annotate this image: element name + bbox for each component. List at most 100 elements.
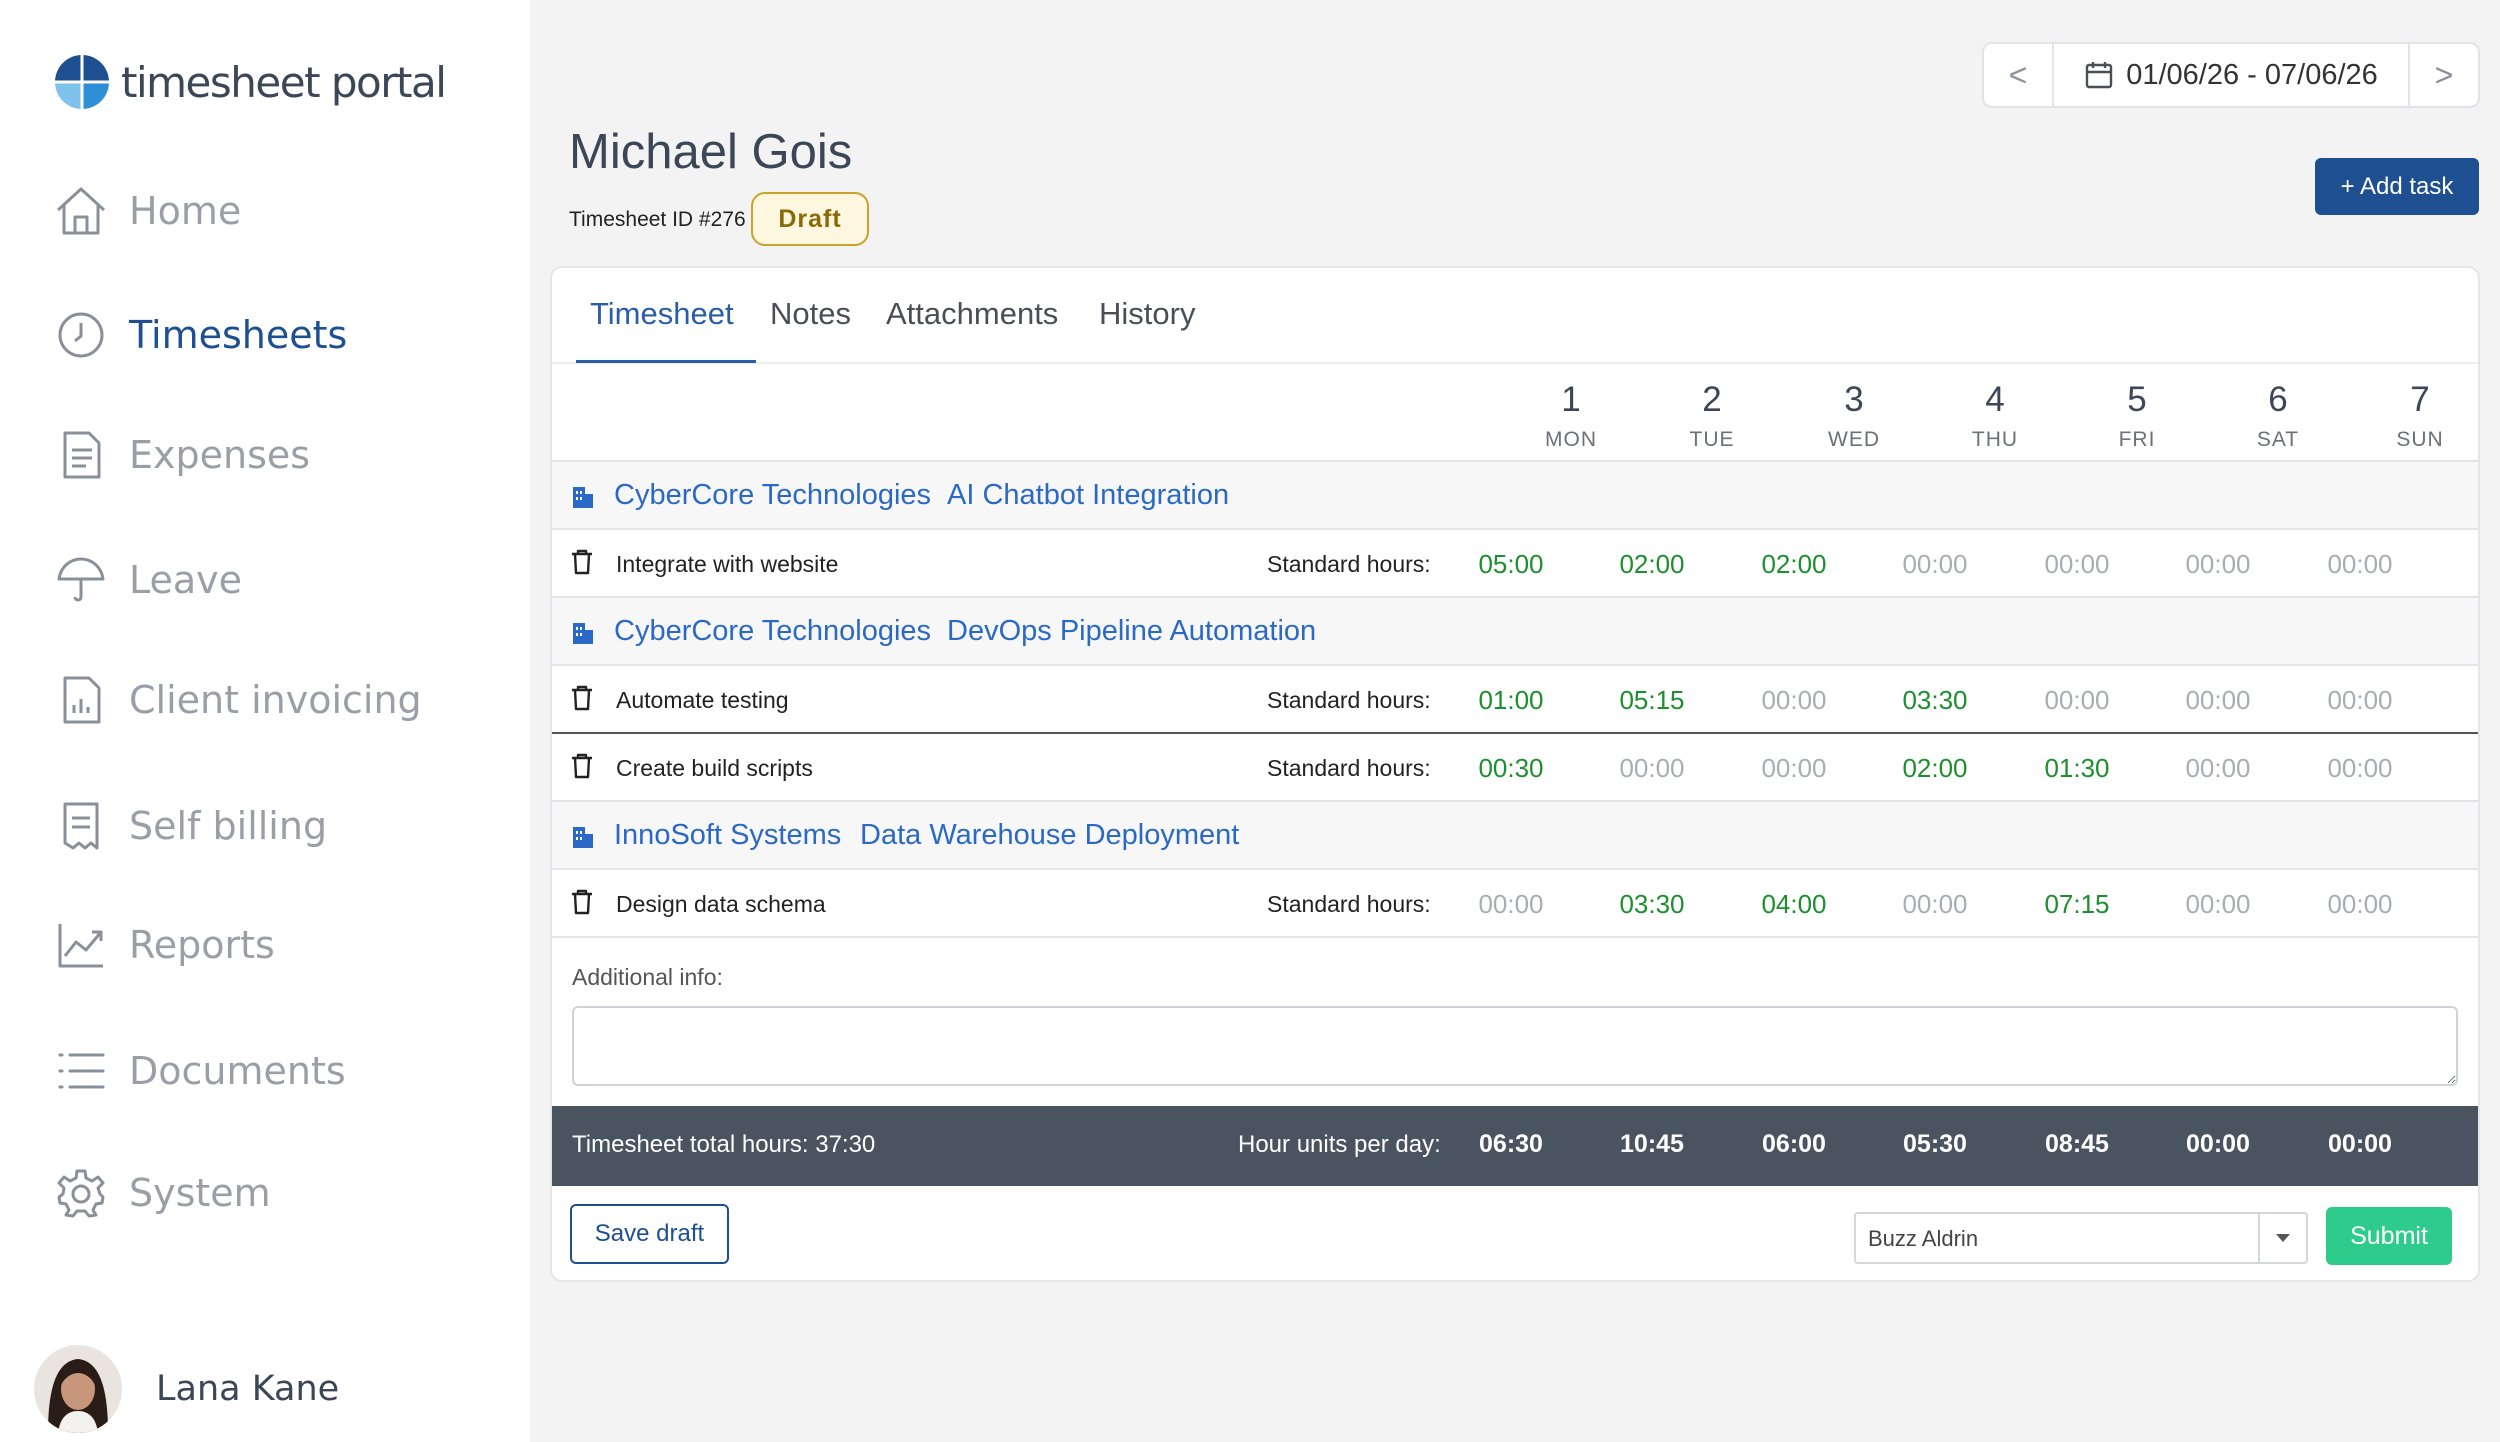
trash-icon[interactable] [570, 752, 594, 785]
daily-total: 08:45 [2045, 1130, 2109, 1158]
project-name[interactable]: DevOps Pipeline Automation [947, 615, 1316, 648]
tab-attachments[interactable]: Attachments [886, 296, 1058, 332]
project-name[interactable]: AI Chatbot Integration [947, 479, 1229, 512]
sidebar-item-leave[interactable]: Leave [53, 545, 242, 615]
user-profile[interactable]: Lana Kane [34, 1345, 339, 1433]
day-number: 1 [1561, 380, 1581, 419]
sidebar-item-label: System [129, 1171, 271, 1215]
next-week-button[interactable]: > [2408, 44, 2478, 106]
project-name[interactable]: Data Warehouse Deployment [860, 819, 1239, 852]
hours-cell[interactable]: 00:00 [2158, 685, 2278, 716]
sidebar-item-home[interactable]: Home [53, 176, 241, 246]
timesheet-card: Timesheet Notes Attachments History 1 MO… [550, 266, 2480, 1282]
sidebar-item-label: Leave [129, 558, 243, 602]
hours-cell[interactable]: 00:00 [2300, 685, 2420, 716]
rate-label: Standard hours: [1267, 687, 1431, 713]
hours-cell[interactable]: 00:00 [1451, 889, 1571, 920]
task-row: Design data schema Standard hours: 00:00… [552, 870, 2478, 938]
sidebar-item-client-invoicing[interactable]: Client invoicing [53, 665, 422, 735]
list-icon [53, 1043, 109, 1099]
hours-cell[interactable]: 03:30 [1592, 889, 1712, 920]
hours-cell[interactable]: 02:00 [1875, 753, 1995, 784]
approver-select[interactable]: Buzz Aldrin [1854, 1212, 2308, 1264]
building-icon [571, 483, 595, 514]
gear-icon [53, 1165, 109, 1221]
hours-cell[interactable]: 02:00 [1592, 549, 1712, 580]
hours-cell[interactable]: 03:30 [1875, 685, 1995, 716]
day-number: 5 [2127, 380, 2147, 419]
hours-cell[interactable]: 05:00 [1451, 549, 1571, 580]
brand-name: timesheet portal [121, 57, 447, 107]
bill-icon [53, 798, 109, 854]
submit-button[interactable]: Submit [2326, 1207, 2452, 1265]
hours-cell[interactable]: 01:30 [2017, 753, 2137, 784]
prev-week-button[interactable]: < [1984, 44, 2054, 106]
hours-cell[interactable]: 00:00 [2158, 889, 2278, 920]
daily-total: 05:30 [1903, 1130, 1967, 1158]
building-icon [571, 619, 595, 650]
daily-total: 00:00 [2186, 1130, 2250, 1158]
hours-cell[interactable]: 05:15 [1592, 685, 1712, 716]
rate-label: Standard hours: [1267, 891, 1431, 917]
sidebar-item-documents[interactable]: Documents [53, 1036, 346, 1106]
day-number: 6 [2268, 380, 2288, 419]
hours-cell[interactable]: 00:00 [2300, 889, 2420, 920]
day-of-week: SUN [2396, 428, 2444, 451]
hours-cell[interactable]: 00:00 [1734, 753, 1854, 784]
hours-cell[interactable]: 07:15 [2017, 889, 2137, 920]
trash-icon[interactable] [570, 684, 594, 717]
rate-label: Standard hours: [1267, 755, 1431, 781]
day-number: 3 [1844, 380, 1864, 419]
additional-info-input[interactable] [572, 1006, 2458, 1086]
client-name[interactable]: InnoSoft Systems [614, 819, 841, 852]
hours-cell[interactable]: 00:00 [1734, 685, 1854, 716]
task-row: Integrate with website Standard hours: 0… [552, 530, 2478, 598]
daily-total: 06:30 [1479, 1130, 1543, 1158]
hours-cell[interactable]: 00:00 [1592, 753, 1712, 784]
task-row: Automate testing Standard hours: 01:00 0… [552, 666, 2478, 734]
trash-icon[interactable] [570, 888, 594, 921]
hours-cell[interactable]: 02:00 [1734, 549, 1854, 580]
page-title: Michael Gois [569, 125, 853, 179]
chevron-down-icon[interactable] [2258, 1214, 2306, 1262]
save-draft-button[interactable]: Save draft [570, 1204, 729, 1264]
logo-icon [53, 53, 111, 111]
invoice-chart-icon [53, 672, 109, 728]
task-row: Create build scripts Standard hours: 00:… [552, 734, 2478, 802]
add-task-button[interactable]: + Add task [2315, 158, 2479, 215]
day-number: 2 [1702, 380, 1722, 419]
day-of-week: FRI [2118, 428, 2156, 451]
date-range-field[interactable]: 01/06/26 - 07/06/26 [2054, 59, 2408, 92]
hours-cell[interactable]: 00:00 [2017, 685, 2137, 716]
tab-notes[interactable]: Notes [770, 296, 851, 332]
sidebar-item-label: Expenses [129, 433, 311, 477]
sidebar-item-reports[interactable]: Reports [53, 910, 275, 980]
hours-cell[interactable]: 00:00 [2017, 549, 2137, 580]
sidebar-item-self-billing[interactable]: Self billing [53, 791, 327, 861]
hours-cell[interactable]: 00:00 [1875, 889, 1995, 920]
hours-cell[interactable]: 00:30 [1451, 753, 1571, 784]
trash-icon[interactable] [570, 548, 594, 581]
hours-cell[interactable]: 00:00 [2158, 753, 2278, 784]
hours-cell[interactable]: 01:00 [1451, 685, 1571, 716]
sidebar-item-expenses[interactable]: Expenses [53, 420, 310, 490]
tab-timesheet[interactable]: Timesheet [590, 296, 734, 332]
project-group-header: CyberCore Technologies DevOps Pipeline A… [552, 598, 2478, 666]
hours-cell[interactable]: 00:00 [2300, 549, 2420, 580]
active-tab-indicator [576, 360, 756, 363]
date-range-picker: < 01/06/26 - 07/06/26 > [1982, 42, 2480, 108]
hours-cell[interactable]: 00:00 [2158, 549, 2278, 580]
hours-cell[interactable]: 00:00 [1875, 549, 1995, 580]
client-name[interactable]: CyberCore Technologies [614, 615, 931, 648]
hours-cell[interactable]: 04:00 [1734, 889, 1854, 920]
hours-cell[interactable]: 00:00 [2300, 753, 2420, 784]
building-icon [571, 823, 595, 854]
sidebar-item-timesheets[interactable]: Timesheets [53, 300, 347, 370]
client-name[interactable]: CyberCore Technologies [614, 479, 931, 512]
sidebar-item-system[interactable]: System [53, 1158, 271, 1228]
brand-logo[interactable]: timesheet portal [53, 53, 447, 111]
tab-history[interactable]: History [1099, 296, 1195, 332]
sidebar-item-label: Timesheets [129, 313, 348, 357]
day-of-week: MON [1545, 428, 1597, 451]
daily-total: 00:00 [2328, 1130, 2392, 1158]
